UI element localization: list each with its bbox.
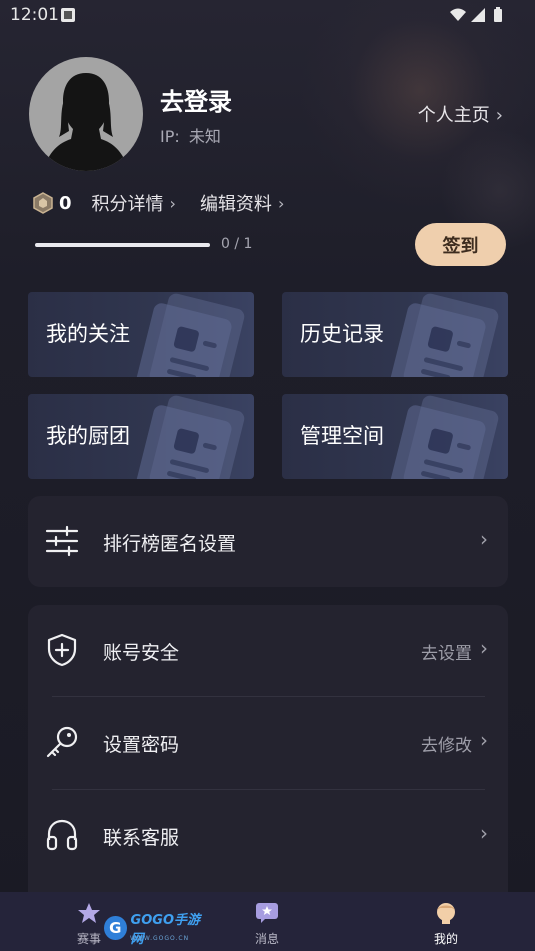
settings-action: 去设置 — [421, 644, 472, 664]
ip-label: IP: — [160, 127, 180, 146]
watermark-subtext: WWW.GOGO.CN — [130, 935, 190, 942]
card-my-group[interactable]: 我的厨团 — [28, 394, 254, 479]
wifi-icon — [450, 8, 466, 21]
watermark-logo-icon: G — [104, 916, 127, 940]
nav-label: 我的 — [433, 932, 458, 946]
shield-plus-icon — [47, 633, 77, 667]
points-value: 0 — [59, 192, 72, 214]
chevron-right-icon: › — [480, 728, 488, 752]
chevron-right-icon: › — [480, 636, 488, 660]
card-label: 我的关注 — [46, 322, 130, 346]
leaderboard-anonymous-label: 排行榜匿名设置 — [103, 533, 237, 555]
settings-row-customer-service[interactable]: 联系客服 › — [28, 790, 508, 882]
edit-profile-link[interactable]: 编辑资料 — [200, 190, 272, 216]
key-icon — [46, 726, 78, 758]
settings-row-set-password[interactable]: 设置密码 去修改 › — [28, 697, 508, 789]
battery-icon — [494, 7, 502, 22]
leaderboard-setting-panel: 排行榜匿名设置 › — [28, 496, 508, 587]
avatar[interactable] — [29, 57, 143, 171]
points-coin-icon — [33, 192, 53, 214]
default-avatar-icon — [43, 73, 129, 171]
sliders-icon — [45, 525, 79, 557]
card-history[interactable]: 历史记录 — [282, 292, 508, 377]
profile-face-icon — [437, 903, 455, 924]
settings-label: 设置密码 — [103, 734, 180, 756]
chevron-right-icon: › — [277, 193, 285, 213]
card-label: 历史记录 — [300, 322, 384, 346]
points-row: 0 积分详情 › 编辑资料 › — [33, 190, 308, 216]
signin-progress-text: 0 / 1 — [221, 236, 253, 252]
leaderboard-anonymous-row[interactable]: 排行榜匿名设置 › — [28, 496, 508, 588]
homepage-link[interactable]: 个人主页 › — [418, 101, 503, 127]
headphones-icon — [46, 819, 78, 851]
site-watermark: G GOGO手游网 WWW.GOGO.CN — [104, 913, 208, 947]
status-time: 12:01 — [10, 5, 59, 25]
nav-mine[interactable]: 我的 — [396, 892, 496, 951]
signin-button[interactable]: 签到 — [415, 223, 506, 266]
card-my-follows[interactable]: 我的关注 — [28, 292, 254, 377]
message-icon — [256, 903, 278, 923]
notification-icon — [61, 8, 75, 22]
settings-row-account-security[interactable]: 账号安全 去设置 › — [28, 605, 508, 697]
bottom-nav: 赛事 消息 我的 — [0, 892, 535, 951]
ip-info: IP: 未知 — [160, 123, 221, 147]
card-label: 管理空间 — [300, 424, 384, 448]
events-star-icon — [78, 903, 100, 923]
signal-icon — [471, 8, 485, 22]
chevron-right-icon: › — [169, 193, 176, 213]
chevron-right-icon: › — [480, 527, 488, 551]
signin-progress-bar — [35, 243, 210, 247]
settings-action: 去修改 — [421, 736, 472, 756]
settings-panel: 账号安全 去设置 › 设置密码 去修改 › 联系客服 › — [28, 605, 508, 905]
chevron-right-icon: › — [495, 105, 503, 126]
login-link[interactable]: 去登录 — [160, 82, 232, 117]
chevron-right-icon: › — [480, 821, 488, 845]
nav-messages[interactable]: 消息 — [217, 892, 317, 951]
points-details-link[interactable]: 积分详情 — [92, 190, 164, 216]
settings-label: 联系客服 — [103, 827, 180, 849]
settings-label: 账号安全 — [103, 642, 180, 664]
ip-value: 未知 — [188, 127, 221, 146]
status-bar: 12:01 — [0, 0, 535, 30]
homepage-label: 个人主页 — [417, 105, 490, 126]
nav-label: 消息 — [254, 932, 279, 946]
card-manage-space[interactable]: 管理空间 — [282, 394, 508, 479]
card-label: 我的厨团 — [46, 424, 130, 448]
